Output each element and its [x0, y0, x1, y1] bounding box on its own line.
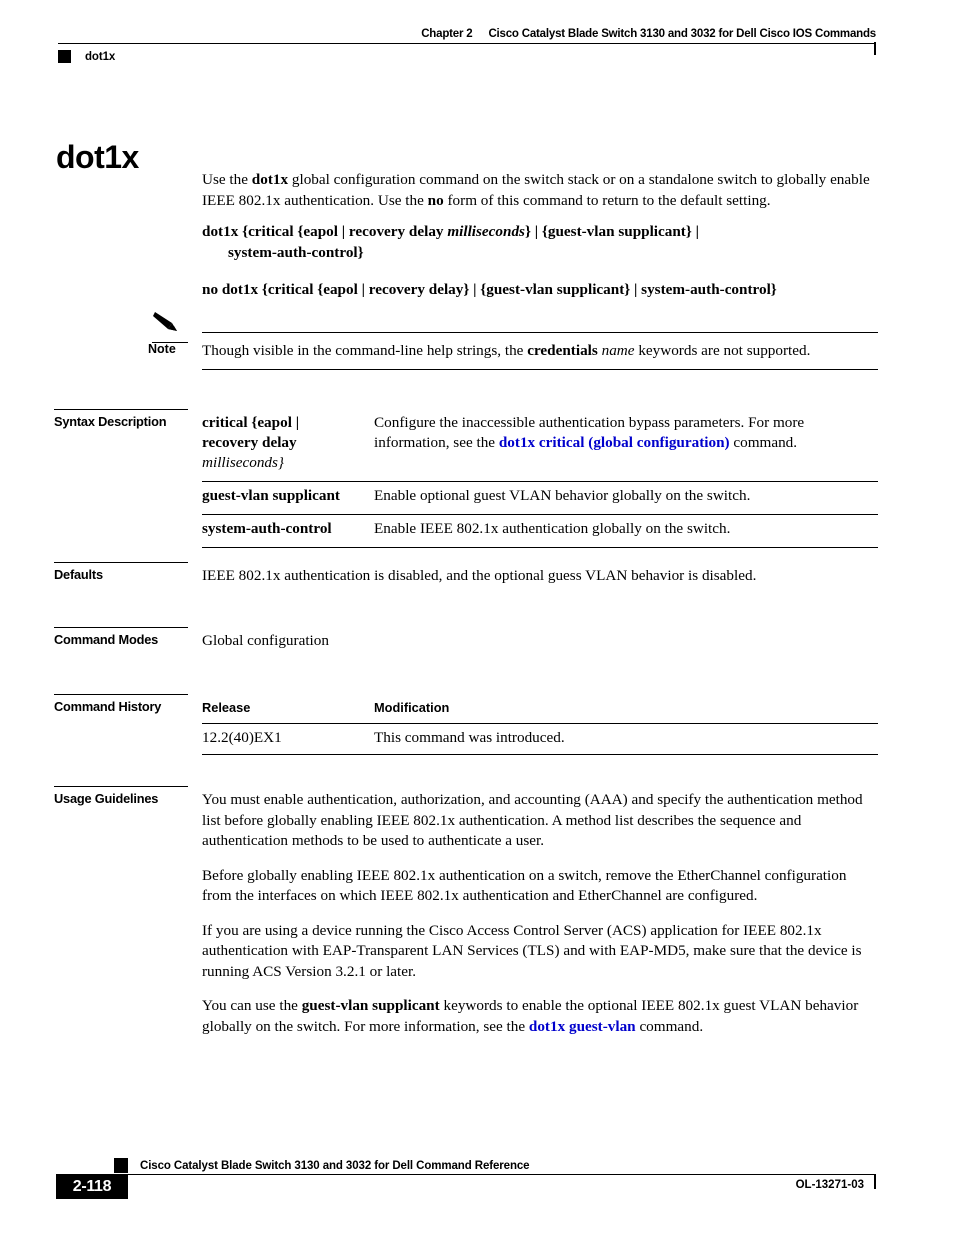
syntax-desc-critical: Configure the inaccessible authenticatio… [374, 409, 878, 482]
syntax-term-critical: critical {eapol | recovery delay millise… [202, 409, 374, 482]
intro-bold-dot1x: dot1x [251, 171, 289, 188]
cell-release-version: 12.2(40)EX1 [202, 723, 374, 755]
usage-bold-guest-vlan-supplicant: guest-vlan supplicant [301, 997, 440, 1014]
note-body: Though visible in the command-line help … [202, 332, 878, 370]
table-row: system-auth-control Enable IEEE 802.1x a… [202, 514, 878, 548]
term-line-1: critical {eapol | [202, 414, 300, 431]
usage-text-3: command. [635, 1017, 704, 1035]
usage-paragraph-2: Before globally enabling IEEE 802.1x aut… [202, 866, 847, 905]
header-running-command: dot1x [85, 50, 116, 63]
pencil-icon [153, 312, 177, 331]
command-modes-content: Global configuration [202, 627, 878, 652]
document-page: Chapter 2 Cisco Catalyst Blade Switch 31… [0, 0, 954, 1235]
syntax-line-3-no-form: no dot1x {critical {eapol | recovery del… [202, 281, 777, 298]
column-header-modification: Modification [374, 700, 450, 715]
syntax-description-table: critical {eapol | recovery delay millise… [202, 409, 878, 548]
syntax-description-label: Syntax Description [54, 414, 167, 429]
syntax-line-1-part-a: dot1x {critical {eapol | recovery delay [202, 223, 448, 240]
syntax-line-2: system-auth-control} [228, 244, 364, 261]
desc-text-2: command. [729, 434, 798, 451]
syntax-spacer [202, 263, 892, 279]
syntax-line-1: dot1x {critical {eapol | recovery delay … [202, 221, 892, 242]
section-defaults: Defaults IEEE 802.1x authentication is d… [54, 562, 878, 587]
defaults-content: IEEE 802.1x authentication is disabled, … [202, 562, 878, 587]
usage-paragraph-1: You must enable authentication, authoriz… [202, 791, 863, 849]
note-label: Note [148, 342, 176, 356]
footer-document-title: Cisco Catalyst Blade Switch 3130 and 303… [140, 1159, 530, 1172]
note-icon-wrapper [152, 310, 198, 343]
header-rule [58, 42, 876, 56]
link-dot1x-guest-vlan[interactable]: dot1x guest-vlan [529, 1018, 636, 1035]
syntax-desc-system-auth-control: Enable IEEE 802.1x authentication global… [374, 514, 878, 548]
table-row: 12.2(40)EX1 This command was introduced. [202, 723, 878, 755]
note-text-2: keywords are not supported. [634, 342, 811, 359]
section-syntax-description: Syntax Description critical {eapol | rec… [54, 409, 878, 548]
link-dot1x-critical-global-configuration[interactable]: dot1x critical (global configuration) [499, 434, 730, 451]
syntax-term-guest-vlan-supplicant: guest-vlan supplicant [202, 481, 374, 515]
intro-text-1: Use the [202, 171, 252, 188]
command-syntax-block: dot1x {critical {eapol | recovery delay … [202, 221, 892, 300]
table-header-row: Release Modification [202, 694, 878, 724]
footer-rule-endtick [874, 1175, 876, 1189]
section-command-modes: Command Modes Global configuration [54, 627, 878, 652]
footer-rule [128, 1174, 876, 1189]
header-square-marker [58, 50, 71, 63]
usage-paragraph-4: You can use the guest-vlan supplicant ke… [202, 996, 878, 1037]
command-history-content: Release Modification 12.2(40)EX1 This co… [202, 694, 878, 755]
page-header: Chapter 2 Cisco Catalyst Blade Switch 31… [58, 28, 876, 63]
page-title: dot1x [56, 139, 139, 176]
cell-modification-text: This command was introduced. [374, 723, 878, 755]
defaults-text: IEEE 802.1x authentication is disabled, … [202, 567, 757, 584]
defaults-label: Defaults [54, 567, 103, 582]
intro-text-3: form of this command to return to the de… [443, 191, 771, 209]
term-line-2: recovery delay [202, 434, 297, 451]
footer-square-marker [114, 1158, 128, 1173]
column-header-release: Release [202, 700, 251, 715]
note-rule-bottom [202, 369, 878, 370]
header-chapter-number: Chapter 2 [421, 28, 473, 40]
command-modes-text: Global configuration [202, 632, 329, 649]
note-bold-credentials: credentials [527, 342, 598, 359]
header-command-line: dot1x [58, 50, 876, 63]
usage-text-1: You can use the [202, 997, 302, 1014]
footer-document-id: OL-13271-03 [795, 1179, 864, 1191]
command-history-label: Command History [54, 699, 162, 714]
table-row: guest-vlan supplicant Enable optional gu… [202, 481, 878, 515]
section-usage-guidelines: Usage Guidelines You must enable authent… [54, 786, 878, 1037]
term-line-3-italic: milliseconds} [202, 454, 285, 471]
syntax-line-1-part-b: } | {guest-vlan supplicant} | [524, 223, 699, 240]
note-text: Though visible in the command-line help … [202, 333, 878, 369]
command-modes-label: Command Modes [54, 632, 159, 647]
usage-guidelines-content: You must enable authentication, authoriz… [202, 786, 878, 1037]
note-italic-name: name [601, 342, 635, 359]
footer-page-number: 2-118 [56, 1174, 128, 1199]
header-title-line: Chapter 2 Cisco Catalyst Blade Switch 31… [58, 28, 876, 43]
table-row: critical {eapol | recovery delay millise… [202, 409, 878, 482]
header-chapter-title: Cisco Catalyst Blade Switch 3130 and 303… [488, 28, 876, 40]
syntax-line-1-italic: milliseconds [447, 223, 525, 240]
intro-paragraph: Use the dot1x global configuration comma… [202, 170, 874, 211]
header-rule-endtick [874, 42, 876, 56]
usage-guidelines-label: Usage Guidelines [54, 791, 159, 806]
footer-rule-row: 2-118 OL-13271-03 [56, 1174, 876, 1200]
page-footer: Cisco Catalyst Blade Switch 3130 and 303… [56, 1157, 876, 1200]
note-text-1: Though visible in the command-line help … [202, 342, 528, 359]
syntax-desc-guest-vlan-supplicant: Enable optional guest VLAN behavior glob… [374, 481, 878, 515]
intro-bold-no: no [427, 191, 444, 209]
section-command-history: Command History Release Modification 12.… [54, 694, 878, 755]
syntax-term-system-auth-control: system-auth-control [202, 514, 374, 548]
usage-paragraph-3: If you are using a device running the Ci… [202, 921, 862, 980]
footer-title-row: Cisco Catalyst Blade Switch 3130 and 303… [114, 1157, 876, 1174]
syntax-description-content: critical {eapol | recovery delay millise… [202, 409, 878, 548]
command-history-table: Release Modification 12.2(40)EX1 This co… [202, 694, 878, 755]
